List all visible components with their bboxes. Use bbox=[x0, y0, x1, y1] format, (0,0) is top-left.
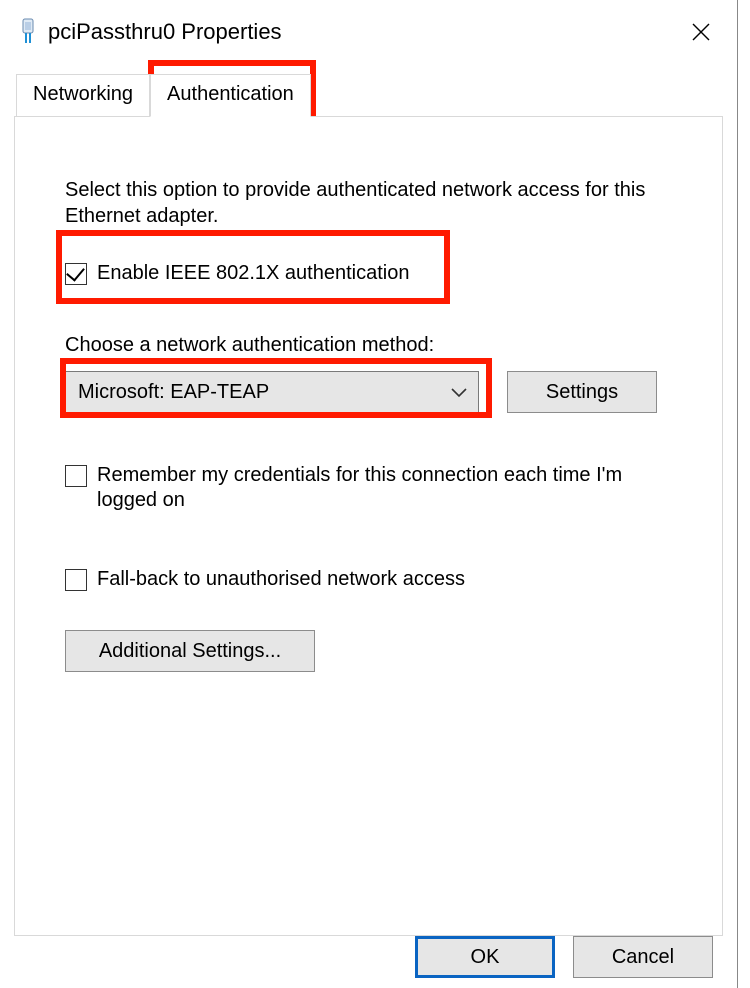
auth-method-row: Microsoft: EAP-TEAP Settings bbox=[65, 371, 682, 413]
cancel-button-label: Cancel bbox=[612, 946, 674, 969]
close-icon bbox=[691, 22, 711, 42]
remember-credentials-checkbox[interactable] bbox=[65, 465, 87, 487]
remember-credentials-label[interactable]: Remember my credentials for this connect… bbox=[97, 463, 627, 513]
ok-button-label: OK bbox=[471, 946, 500, 969]
fallback-checkbox[interactable] bbox=[65, 569, 87, 591]
ok-button[interactable]: OK bbox=[415, 936, 555, 978]
dialog-footer: OK Cancel bbox=[415, 936, 713, 978]
enable-8021x-checkbox[interactable] bbox=[65, 263, 87, 285]
tab-networking[interactable]: Networking bbox=[16, 74, 150, 116]
auth-method-dropdown[interactable]: Microsoft: EAP-TEAP bbox=[65, 371, 479, 413]
settings-button[interactable]: Settings bbox=[507, 371, 657, 413]
instruction-text: Select this option to provide authentica… bbox=[65, 177, 665, 229]
tab-page-authentication: Select this option to provide authentica… bbox=[14, 116, 723, 936]
tab-authentication[interactable]: Authentication bbox=[150, 74, 311, 117]
tab-networking-label: Networking bbox=[33, 83, 133, 105]
tab-authentication-label: Authentication bbox=[167, 83, 294, 105]
enable-8021x-row: Enable IEEE 802.1X authentication bbox=[65, 261, 682, 286]
cancel-button[interactable]: Cancel bbox=[573, 936, 713, 978]
settings-button-label: Settings bbox=[546, 381, 618, 404]
additional-settings-button[interactable]: Additional Settings... bbox=[65, 630, 315, 672]
fallback-label[interactable]: Fall-back to unauthorised network access bbox=[97, 567, 465, 592]
enable-8021x-label[interactable]: Enable IEEE 802.1X authentication bbox=[97, 261, 409, 286]
auth-method-label: Choose a network authentication method: bbox=[65, 334, 682, 357]
tabstrip: Networking Authentication bbox=[16, 74, 723, 116]
remember-credentials-row: Remember my credentials for this connect… bbox=[65, 463, 682, 513]
properties-dialog: pciPassthru0 Properties Networking Authe… bbox=[0, 0, 738, 988]
auth-method-selected: Microsoft: EAP-TEAP bbox=[78, 381, 269, 404]
adapter-icon bbox=[18, 18, 38, 46]
window-title: pciPassthru0 Properties bbox=[48, 19, 669, 45]
fallback-row: Fall-back to unauthorised network access bbox=[65, 567, 682, 592]
chevron-down-icon bbox=[450, 381, 468, 404]
tab-container: Networking Authentication Select this op… bbox=[14, 74, 723, 936]
additional-settings-label: Additional Settings... bbox=[99, 640, 281, 663]
close-button[interactable] bbox=[679, 16, 723, 48]
titlebar: pciPassthru0 Properties bbox=[14, 12, 723, 68]
